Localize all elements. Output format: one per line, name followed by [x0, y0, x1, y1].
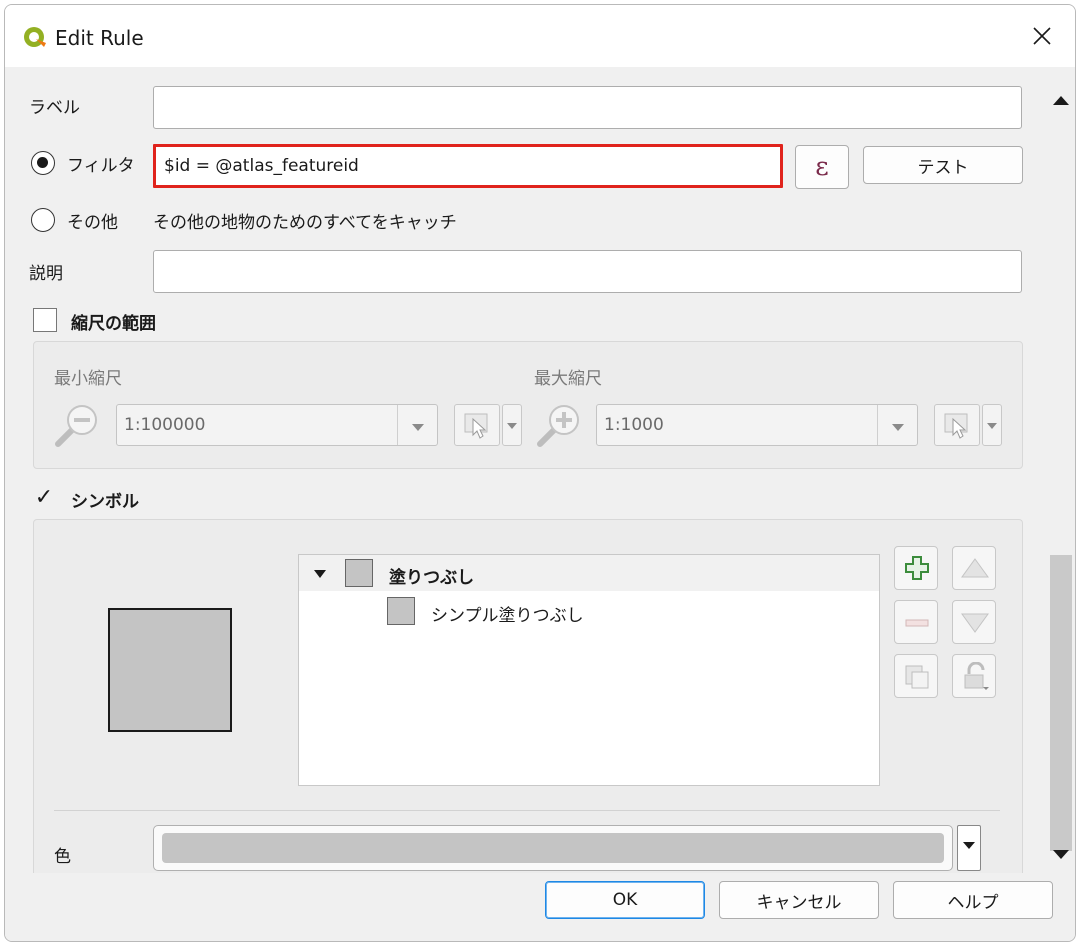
min-scale-combo[interactable]: 1:100000: [116, 404, 438, 446]
zoom-out-icon: [55, 405, 97, 447]
divider: [54, 810, 1000, 811]
epsilon-icon: ε: [815, 152, 829, 182]
help-button[interactable]: ヘルプ: [893, 881, 1053, 919]
filter-radio[interactable]: [31, 151, 55, 175]
title-bar: Edit Rule: [5, 5, 1075, 67]
scale-range-checkbox[interactable]: [33, 308, 57, 332]
duplicate-layer-button[interactable]: [894, 654, 938, 698]
tree-item-fill-label: 塗りつぶし: [389, 568, 475, 588]
remove-layer-button[interactable]: [894, 600, 938, 644]
triangle-down-icon: [961, 613, 989, 633]
else-caption: その他: [67, 213, 118, 233]
scrollbar-thumb[interactable]: [1050, 555, 1072, 851]
color-label: 色: [54, 847, 71, 867]
tree-item-simple-fill-label: シンプル塗りつぶし: [431, 606, 584, 626]
zoom-in-icon: [537, 405, 579, 447]
color-picker-button[interactable]: [153, 825, 953, 871]
expression-builder-button[interactable]: ε: [795, 145, 849, 189]
tree-row-fill[interactable]: 塗りつぶし: [299, 555, 879, 591]
vertical-scrollbar[interactable]: [1047, 67, 1075, 877]
symbol-preview: [108, 608, 232, 732]
min-scale-label: 最小縮尺: [54, 369, 122, 389]
description-input[interactable]: [153, 250, 1022, 293]
close-button[interactable]: [1019, 13, 1065, 59]
filter-expression-input[interactable]: $id = @atlas_featureid: [153, 144, 783, 188]
else-description: その他の地物のためのすべてをキャッチ: [153, 213, 457, 233]
min-scale-dropdown[interactable]: [502, 404, 522, 446]
min-scale-map-canvas-button[interactable]: [454, 404, 500, 446]
scale-range-title: 縮尺の範囲: [71, 314, 156, 334]
chevron-down-icon: [397, 405, 437, 445]
radio-selected-dot: [37, 157, 48, 168]
scroll-down-arrow-icon[interactable]: [1047, 841, 1075, 867]
map-cursor-icon: [944, 413, 968, 439]
fill-swatch-icon: [345, 559, 373, 587]
color-dropdown-button[interactable]: [957, 825, 981, 871]
minus-icon: [905, 619, 929, 627]
max-scale-value: 1:1000: [604, 415, 664, 435]
scroll-up-arrow-icon[interactable]: [1047, 87, 1075, 113]
max-scale-combo[interactable]: 1:1000: [596, 404, 918, 446]
max-scale-map-canvas-button[interactable]: [934, 404, 980, 446]
description-caption: 説明: [29, 264, 63, 284]
simple-fill-swatch-icon: [387, 597, 415, 625]
qgis-logo-icon: [24, 27, 46, 47]
test-button[interactable]: テスト: [863, 146, 1023, 184]
unlock-icon: [964, 662, 989, 690]
cancel-button[interactable]: キャンセル: [719, 881, 879, 919]
symbol-checkbox[interactable]: ✓: [31, 485, 57, 511]
label-caption: ラベル: [29, 98, 80, 118]
duplicate-icon: [905, 665, 929, 689]
symbol-layer-tree: 塗りつぶし シンプル塗りつぶし: [298, 554, 880, 786]
triangle-up-icon: [961, 558, 989, 578]
ok-button[interactable]: OK: [545, 881, 705, 919]
expand-arrow-icon[interactable]: [313, 569, 327, 579]
max-scale-label: 最大縮尺: [534, 369, 602, 389]
move-down-button[interactable]: [952, 600, 996, 644]
close-icon: [1033, 27, 1051, 45]
button-bar: OK キャンセル ヘルプ: [5, 873, 1075, 941]
lock-layer-button[interactable]: [952, 654, 996, 698]
map-cursor-icon: [464, 413, 488, 439]
scale-range-group: 最小縮尺 最大縮尺 1:100000 1:1000: [33, 341, 1023, 469]
plus-icon: [905, 556, 929, 580]
max-scale-dropdown[interactable]: [982, 404, 1002, 446]
tree-row-simple-fill[interactable]: シンプル塗りつぶし: [299, 593, 879, 629]
add-layer-button[interactable]: [894, 546, 938, 590]
symbol-title: シンボル: [71, 492, 139, 512]
window-title: Edit Rule: [55, 26, 144, 50]
move-up-button[interactable]: [952, 546, 996, 590]
else-radio[interactable]: [31, 208, 55, 232]
filter-caption: フィルタ: [67, 156, 135, 176]
min-scale-value: 1:100000: [124, 415, 206, 435]
color-fill-preview: [162, 833, 944, 863]
chevron-down-icon: [877, 405, 917, 445]
edit-rule-dialog: Edit Rule ラベル フィルタ $id = @atlas_featurei…: [4, 4, 1076, 942]
label-input[interactable]: [153, 86, 1022, 129]
